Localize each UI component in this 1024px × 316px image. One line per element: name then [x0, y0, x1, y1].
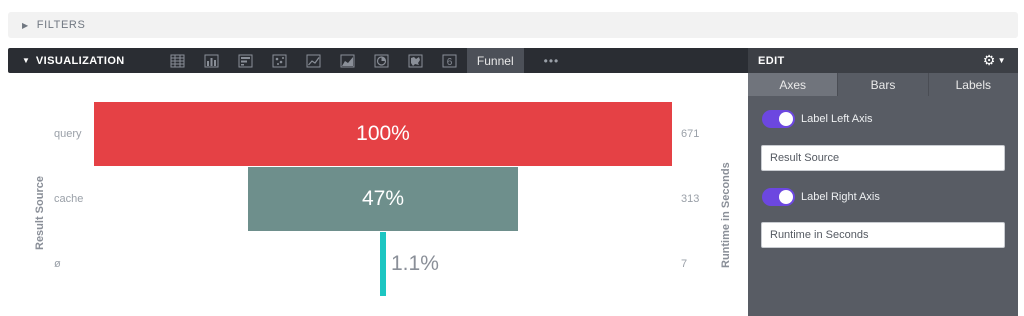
bar-percent-label-none: 1.1%	[391, 252, 439, 275]
label-left-axis-label: Label Left Axis	[801, 113, 873, 125]
area-chart-icon[interactable]	[331, 48, 365, 73]
right-axis-name-field[interactable]: Runtime in Seconds	[761, 222, 1005, 248]
label-right-axis-toggle[interactable]	[762, 188, 795, 206]
funnel-bar-query[interactable]: 100%	[94, 102, 672, 166]
single-value-icon[interactable]	[229, 48, 263, 73]
category-label-cache: cache	[54, 193, 84, 205]
bar-percent-label-query: 100%	[356, 122, 410, 145]
value-label-cache: 313	[681, 193, 700, 205]
map-icon[interactable]	[399, 48, 433, 73]
filters-label: FILTERS	[36, 19, 86, 31]
chevron-down-icon: ▼	[997, 56, 1006, 65]
single-number-icon[interactable]: 6	[433, 48, 467, 73]
scatter-icon[interactable]	[263, 48, 297, 73]
value-label-none: 7	[681, 258, 688, 270]
value-label-query: 671	[681, 128, 700, 140]
page: ▶ FILTERS ▼ VISUALIZATION 6 Funnel ••• R…	[0, 0, 1024, 316]
label-right-axis-row: Label Right Axis	[762, 188, 880, 206]
edit-tabs: Axes Bars Labels	[748, 73, 1018, 96]
label-right-axis-label: Label Right Axis	[801, 191, 880, 203]
caret-down-icon[interactable]: ▼	[22, 56, 30, 65]
funnel-chart: Result Source Runtime in Seconds query c…	[8, 74, 748, 316]
bar-percent-label-cache: 47%	[361, 187, 404, 210]
table-icon[interactable]	[161, 48, 195, 73]
category-label-query: query	[54, 128, 82, 140]
edit-panel: EDIT ⚙ ▼ Axes Bars Labels Label Left Axis…	[748, 48, 1018, 316]
edit-title: EDIT	[758, 54, 785, 67]
left-axis-name-field[interactable]: Result Source	[761, 145, 1005, 171]
more-options-icon[interactable]: •••	[544, 54, 560, 68]
bar-chart-icon[interactable]	[195, 48, 229, 73]
filters-bar[interactable]: ▶ FILTERS	[8, 12, 1018, 38]
pie-chart-icon[interactable]	[365, 48, 399, 73]
visualization-title[interactable]: VISUALIZATION	[36, 55, 161, 67]
visualization-type-icons: 6 Funnel •••	[161, 48, 559, 73]
tab-funnel[interactable]: Funnel	[466, 48, 524, 73]
funnel-bar-cache[interactable]: 47%	[248, 167, 518, 231]
funnel-bar-none[interactable]	[379, 232, 386, 296]
gear-icon[interactable]: ⚙ ▼	[983, 52, 1006, 69]
category-label-none: ø	[54, 258, 61, 270]
right-axis-label: Runtime in Seconds	[720, 162, 732, 268]
label-left-axis-row: Label Left Axis	[762, 110, 873, 128]
edit-header: EDIT ⚙ ▼	[748, 48, 1018, 73]
label-left-axis-toggle[interactable]	[762, 110, 795, 128]
line-chart-icon[interactable]	[297, 48, 331, 73]
tab-labels[interactable]: Labels	[928, 73, 1018, 96]
tab-bars[interactable]: Bars	[838, 73, 929, 96]
tab-axes[interactable]: Axes	[748, 73, 839, 96]
caret-right-icon: ▶	[22, 20, 29, 30]
left-axis-label: Result Source	[34, 176, 46, 250]
single-number-glyph: 6	[447, 57, 453, 68]
visualization-header: ▼ VISUALIZATION 6 Funnel •••	[8, 48, 748, 73]
